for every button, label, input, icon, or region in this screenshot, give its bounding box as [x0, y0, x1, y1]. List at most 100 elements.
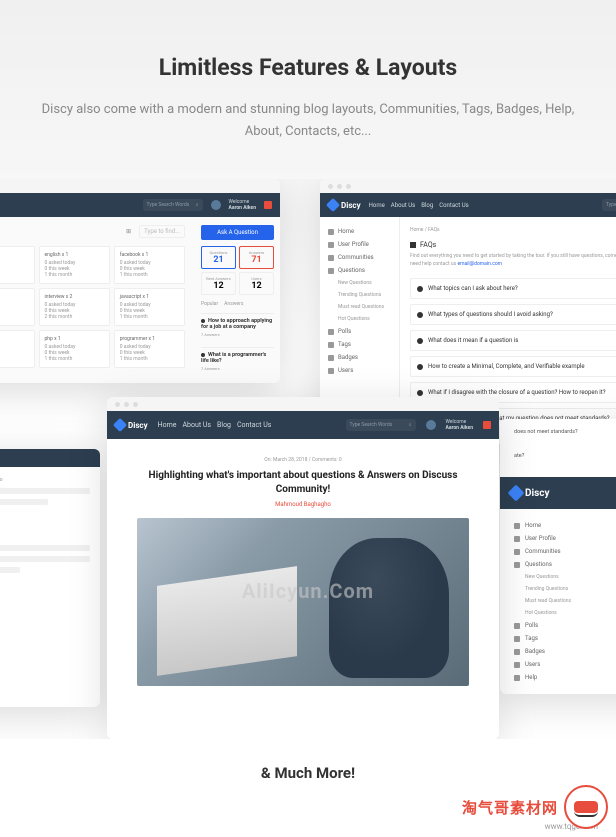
sidebar-item[interactable]: Badges [328, 351, 391, 364]
badge-icon [514, 649, 520, 655]
sidebar-subitem[interactable]: Hot Questions [514, 607, 616, 619]
nav-item[interactable]: Contact Us [439, 202, 468, 209]
sidebar-subitem[interactable]: New Questions [514, 571, 616, 583]
sidebar-item[interactable]: Questions [514, 558, 616, 571]
feed-item[interactable]: How to approach applying for a job at a … [201, 313, 274, 341]
tag-card[interactable]: google x 20 asked today0 this week2 this… [0, 288, 35, 326]
badge-text: 淘气哥素材网 [462, 797, 558, 818]
preview-canvas: About Us Blog Contact Us Type Search Wor… [0, 179, 616, 739]
tag-card[interactable]: interview x 20 asked today0 this week2 t… [39, 288, 110, 326]
nav-item[interactable]: Blog [421, 202, 433, 209]
post-title: Highlighting what's important about ques… [137, 469, 469, 497]
avatar[interactable] [211, 200, 221, 210]
poll-icon [328, 329, 334, 335]
preview-snippet-right: does not meet standards? ate? Discy Home… [500, 419, 616, 694]
sidebar-subitem[interactable]: Trending Questions [328, 289, 391, 301]
search-input[interactable]: Type Search Words⌕ [143, 199, 203, 211]
tag-card[interactable]: english x 10 asked today0 this week1 thi… [39, 246, 110, 284]
sidebar-item[interactable]: Badges [514, 645, 616, 658]
poll-icon [514, 623, 520, 629]
faq-item[interactable]: What types of questions should I avoid a… [410, 304, 616, 325]
faq-item[interactable]: What does it mean if a question is [410, 330, 616, 351]
notification-icon[interactable] [483, 421, 491, 429]
sidebar-item[interactable]: Polls [514, 619, 616, 632]
window-chrome [0, 179, 280, 193]
search-icon: ⌕ [196, 202, 199, 208]
sidebar-item[interactable]: Home [514, 519, 616, 532]
sidebar-item[interactable]: User Profile [514, 532, 616, 545]
tag-card[interactable]: facebook x 10 asked today0 this week1 th… [114, 246, 185, 284]
nav-item[interactable]: Contact Us [237, 421, 271, 429]
mascot-icon [564, 785, 608, 829]
sidebar-subitem[interactable]: Must read Questions [514, 595, 616, 607]
nav-item[interactable]: Home [158, 421, 177, 429]
nav-item[interactable]: About Us [182, 421, 211, 429]
users-icon [328, 368, 334, 374]
window-chrome [320, 179, 616, 193]
sidebar-subitem[interactable]: Must read Questions [328, 301, 391, 313]
sidebar-item[interactable]: User Profile [328, 238, 391, 251]
sidebar-subitem[interactable]: New Questions [328, 277, 391, 289]
user-icon [514, 536, 520, 542]
feed-item[interactable]: What is a programmer's life like?7 Answe… [201, 347, 274, 375]
stat-questions: Questions21 [201, 246, 236, 269]
tag-icon [328, 342, 334, 348]
sidebar-item[interactable]: Polls [328, 325, 391, 338]
notification-icon[interactable] [264, 201, 272, 209]
user-icon [328, 242, 334, 248]
topbar: Discy [500, 477, 616, 509]
tag-card[interactable]: company x 30 asked today0 this week3 thi… [0, 246, 35, 284]
help-icon [514, 675, 520, 681]
post-author[interactable]: Mahmoud Baghagho [137, 501, 469, 508]
sidebar-item[interactable]: Users [514, 658, 616, 671]
post-meta: On: March 28, 2018 / Comments: 0 [137, 457, 469, 463]
logo[interactable]: Discy [115, 420, 148, 430]
avatar[interactable] [426, 420, 436, 430]
faq-intro: Find out everything you need to get star… [410, 253, 616, 268]
logo[interactable]: Discy [510, 487, 550, 499]
stat-best: Best Answers12 [201, 272, 236, 295]
sidebar-item[interactable]: Users [328, 364, 391, 377]
search-input[interactable]: Type Search Words⌕ [602, 199, 616, 211]
logo-icon [326, 198, 340, 212]
sidebar-item[interactable]: Questions [328, 264, 391, 277]
tag-icon [514, 636, 520, 642]
sidebar-item[interactable]: Communities [514, 545, 616, 558]
tag-card[interactable]: php x 10 asked today0 this week1 this mo… [39, 330, 110, 368]
page-title: FAQs [410, 241, 616, 249]
home-icon [328, 229, 334, 235]
sidebar-item[interactable]: Home [328, 225, 391, 238]
home-icon [514, 523, 520, 529]
preview-tags-window: About Us Blog Contact Us Type Search Wor… [0, 179, 280, 383]
find-input[interactable]: Type to find... [139, 225, 185, 238]
nav-item[interactable]: Blog [217, 421, 231, 429]
tag-card[interactable]: programmer x 10 asked today0 this week1 … [114, 330, 185, 368]
badge-icon [328, 355, 334, 361]
community-icon [514, 549, 520, 555]
ask-button[interactable]: Ask A Question [201, 225, 274, 240]
faq-item[interactable]: What topics can I ask about here? [410, 278, 616, 299]
faq-item[interactable]: How to create a Minimal, Complete, and V… [410, 356, 616, 377]
logo-icon [508, 485, 525, 502]
logo[interactable]: Discy [328, 200, 361, 210]
sidebar-subitem[interactable]: Hot Questions [328, 313, 391, 325]
sidebar-item[interactable]: Communities [328, 251, 391, 264]
search-icon: ⌕ [409, 422, 412, 428]
community-icon [328, 255, 334, 261]
sidebar-item[interactable]: Help [514, 671, 616, 684]
hero: Limitless Features & Layouts Discy also … [0, 0, 616, 179]
nav-item[interactable]: About Us [391, 202, 415, 209]
sidebar-subitem[interactable]: Trending Questions [514, 583, 616, 595]
tag-card[interactable]: javascript x 10 asked today0 this week1 … [114, 288, 185, 326]
email-link[interactable]: email@domain.com [457, 261, 502, 267]
logo-icon [113, 418, 127, 432]
breadcrumb: Home / FAQs [410, 227, 616, 233]
window-chrome [107, 397, 499, 411]
sidebar-item[interactable]: Tags [328, 338, 391, 351]
source-badge: 淘气哥素材网 www.tqge.com [462, 785, 608, 829]
sidebar-item[interactable]: Tags [514, 632, 616, 645]
nav-item[interactable]: Home [369, 202, 385, 209]
topbar: About Us Blog Contact Us Type Search Wor… [0, 193, 280, 217]
search-input[interactable]: Type Search Words⌕ [346, 419, 416, 431]
tag-card[interactable]: life x 10 asked today0 this week1 this m… [0, 330, 35, 368]
